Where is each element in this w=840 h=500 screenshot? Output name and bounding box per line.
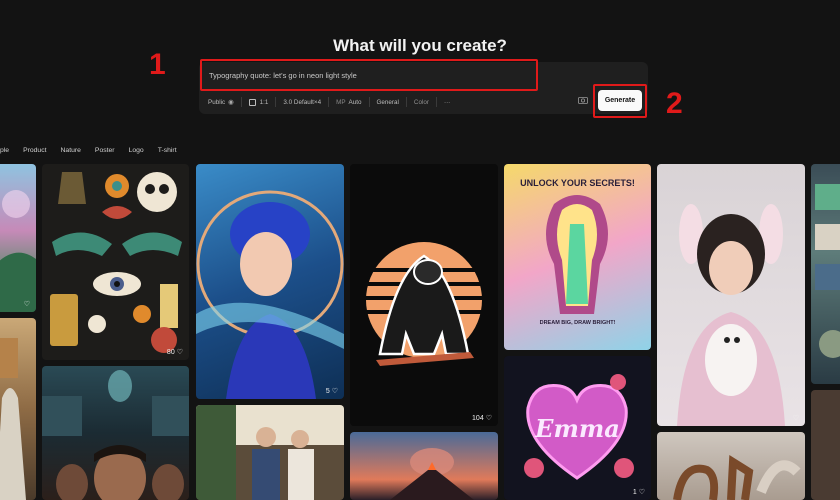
blue-hair-woman-image (196, 190, 344, 399)
model-label: 3.0 Default (283, 98, 314, 106)
model-selector[interactable]: 3.0 Default ×4 (275, 97, 328, 107)
heart-icon: ♡ (638, 489, 645, 496)
like-count[interactable]: 80 ♡ (167, 348, 183, 356)
visibility-selector[interactable]: Public ◉ (206, 97, 241, 107)
gallery-card-gorilla-sunset[interactable]: 104 ♡ (350, 164, 498, 426)
letter-sculpture-image (673, 455, 801, 500)
gorilla-like-count: 104 (472, 415, 484, 422)
gallery-card-movie-poster[interactable] (42, 366, 189, 500)
aspect-ratio-selector[interactable]: 1:1 (240, 97, 276, 107)
gallery-card-robed-figure[interactable] (0, 318, 36, 500)
emma-like-count: 1 (632, 489, 637, 496)
aspect-square-icon (248, 98, 256, 106)
mp-label: MP (336, 98, 346, 106)
category-tab[interactable]: Product (23, 147, 46, 154)
like-count[interactable]: 104 ♡ (472, 414, 492, 422)
category-tabs: ple Product Nature Poster Logo T-shirt (0, 147, 177, 154)
emma-heart-text: Emma (535, 414, 620, 443)
model-count: ×4 (313, 98, 322, 106)
gallery-card-volcano[interactable] (350, 432, 498, 500)
color-selector[interactable]: Color (405, 97, 436, 107)
gallery-card-girl-bunny[interactable]: ♡ (657, 164, 805, 426)
movie-poster-image (42, 370, 189, 500)
gallery-card-fantasy-landscape[interactable]: ♡ (0, 164, 36, 312)
like-icon[interactable]: ♡ (24, 300, 30, 308)
style-selector[interactable]: General (368, 97, 406, 107)
more-options-button[interactable]: ··· (435, 97, 457, 107)
like-count[interactable]: 1 ♡ (633, 488, 645, 496)
category-tab[interactable]: ple (0, 147, 9, 154)
blue-woman-like-count: 5 (325, 388, 330, 395)
gorilla-sunset-image (366, 242, 482, 366)
aspect-ratio-label: 1:1 (259, 98, 269, 106)
drop-icon: ◉ (228, 98, 234, 106)
gallery-card-partial-bottom[interactable] (811, 390, 840, 500)
gallery-card-letter-sculpture[interactable] (657, 432, 805, 500)
gallery-card-cube-stack[interactable] (811, 164, 840, 384)
heart-icon: ♡ (485, 415, 492, 422)
category-tab[interactable]: Poster (95, 147, 115, 154)
gallery-card-emma-heart[interactable]: Emma 1 ♡ (504, 356, 651, 500)
prompt-toolbar: Public ◉ 1:1 3.0 Default ×4 MP Auto Gene… (206, 96, 457, 108)
mp-value: Auto (348, 98, 362, 106)
tattoo-like-count: 80 (166, 349, 175, 356)
like-count[interactable]: 5 ♡ (326, 387, 338, 395)
girl-bunny-image (677, 204, 785, 426)
step-marker-2: 2 (666, 87, 683, 120)
visibility-label: Public (208, 98, 226, 106)
gallery-card-tattoo-flash[interactable]: 80 ♡ (42, 164, 189, 360)
category-tab[interactable]: Nature (61, 147, 81, 154)
poster-tagline: DREAM BIG, DRAW BRIGHT! (539, 320, 616, 326)
elderly-couple-image (196, 405, 344, 500)
gallery-card-elderly-couple[interactable] (196, 405, 344, 500)
camera-icon[interactable] (578, 96, 588, 104)
poster-headline: UNLOCK YOUR SECRETS! (520, 178, 635, 188)
heart-icon: ♡ (176, 349, 183, 356)
page-title: What will you create? (333, 36, 507, 55)
more-icon: ··· (443, 98, 451, 106)
gallery-card-unlock-secrets-poster[interactable]: UNLOCK YOUR SECRETS! DREAM BIG, DRAW BRI… (504, 164, 651, 350)
like-icon[interactable]: ♡ (793, 414, 799, 422)
category-tab[interactable]: T-shirt (158, 147, 177, 154)
cube-stack-image (815, 184, 840, 358)
heart-icon: ♡ (331, 388, 338, 395)
style-label: General (376, 98, 399, 106)
prompt-input-value: Typography quote: let's go in neon light… (209, 70, 357, 80)
color-label: Color (413, 98, 429, 106)
prompt-input[interactable]: Typography quote: let's go in neon light… (200, 59, 538, 91)
gallery-card-blue-hair-woman[interactable]: 5 ♡ (196, 164, 344, 399)
step-marker-1: 1 (149, 48, 166, 81)
app-root: What will you create? Typography quote: … (0, 0, 840, 500)
fantasy-landscape-image (0, 190, 36, 312)
category-tab[interactable]: Logo (129, 147, 144, 154)
megapixel-selector[interactable]: MP Auto (328, 97, 368, 107)
volcano-image (390, 448, 474, 500)
tattoo-flash-image (50, 172, 182, 353)
generate-button[interactable]: Generate (598, 90, 642, 111)
robed-figure-image (0, 338, 26, 500)
